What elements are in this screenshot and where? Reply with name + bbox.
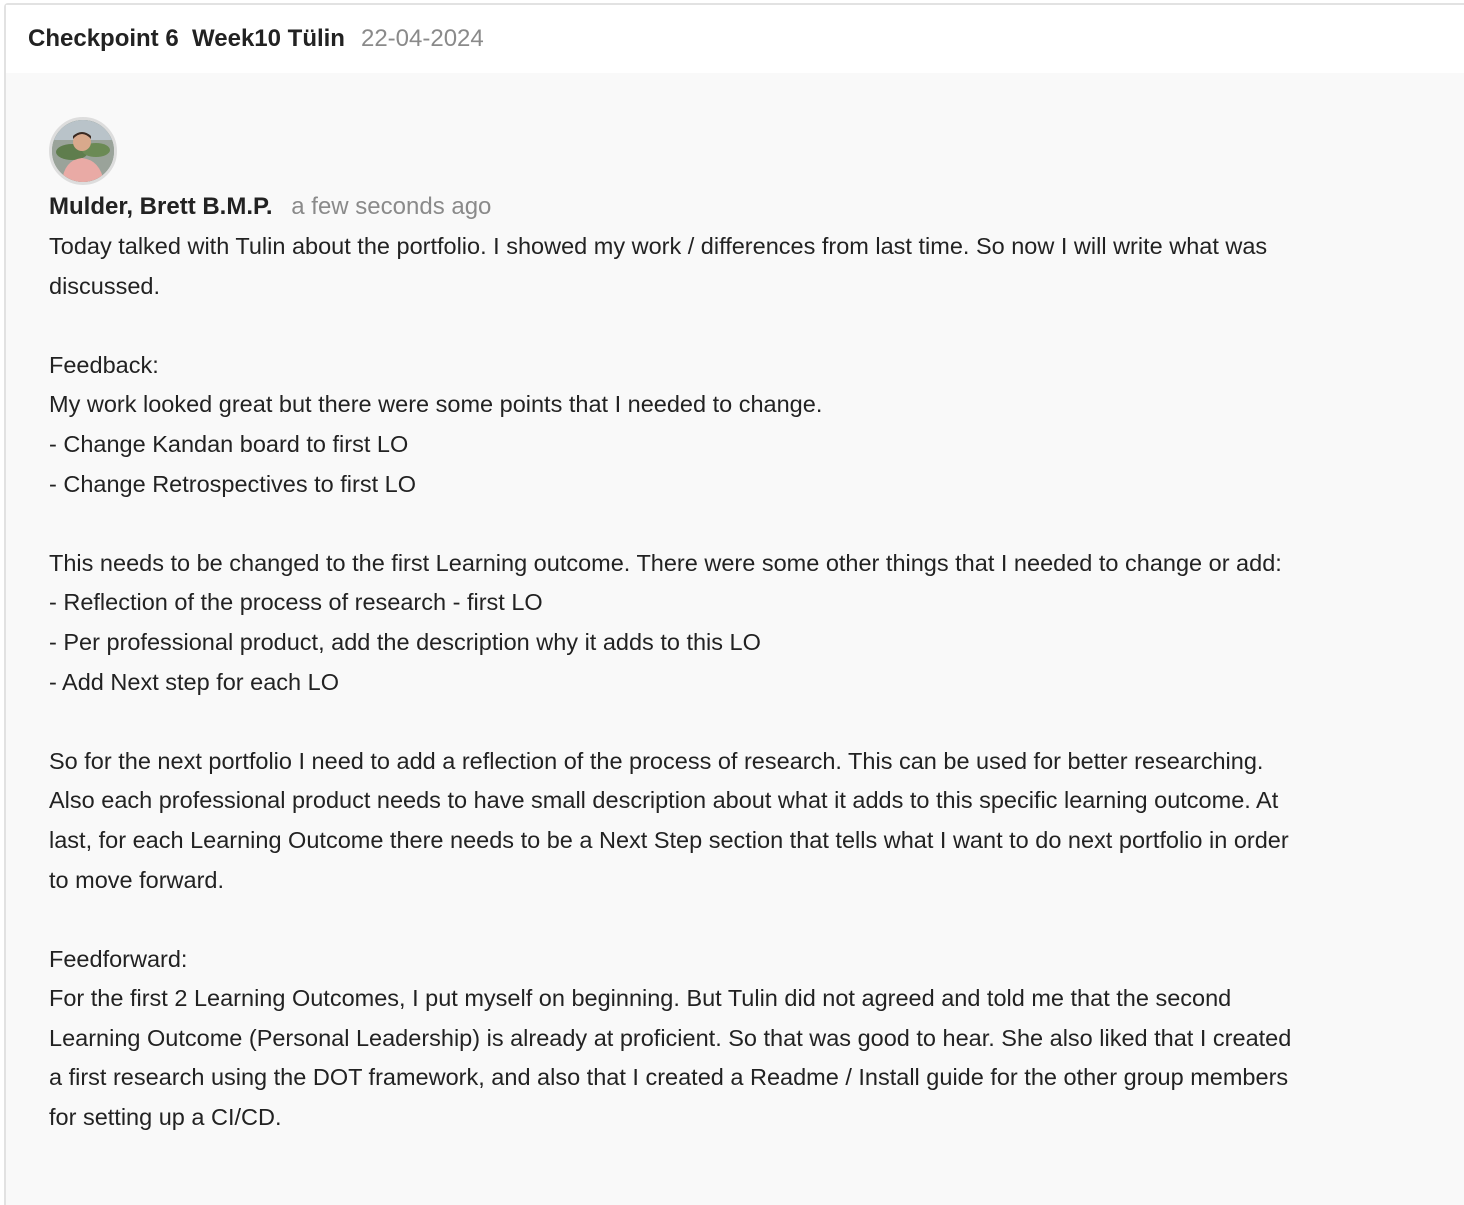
checkpoint-header: Checkpoint 6 Week10 Tülin 22-04-2024 <box>6 5 1464 73</box>
comment-line: For the first 2 Learning Outcomes, I put… <box>49 985 1232 1012</box>
comment-line: My work looked great but there were some… <box>49 391 823 418</box>
comment-line: - Change Retrospectives to first LO <box>49 470 417 497</box>
comment-line: - Add Next step for each LO <box>49 668 339 695</box>
comment-line <box>49 504 1464 544</box>
comment-line: This needs to be changed to the first Le… <box>49 549 1282 576</box>
comment-line: Feedback: <box>49 351 159 378</box>
comment-line: So for the next portfolio I need to add … <box>49 747 1264 774</box>
avatar[interactable] <box>49 117 117 185</box>
checkpoint-title: Checkpoint 6 Week10 Tülin <box>28 25 345 52</box>
comment-line <box>49 900 1464 940</box>
checkpoint-card: Checkpoint 6 Week10 Tülin 22-04-2024 Mul… <box>4 3 1464 1205</box>
comment-text: Today talked with Tulin about the portfo… <box>49 227 1464 1138</box>
comment-line: discussed. <box>49 272 161 299</box>
comment-line: to move forward. <box>49 866 225 893</box>
comment-line: - Change Kandan board to first LO <box>49 430 409 457</box>
checkpoint-date: 22-04-2024 <box>360 25 484 52</box>
comment-line <box>49 306 1464 346</box>
comment-line: Learning Outcome (Personal Leadership) i… <box>49 1024 1292 1051</box>
comment-author[interactable]: Mulder, Brett B.M.P. <box>49 193 273 220</box>
comment-line: - Reflection of the process of research … <box>49 589 543 616</box>
comment-line: last, for each Learning Outcome there ne… <box>49 826 1289 853</box>
comment-line <box>49 702 1464 742</box>
comment-line: - Per professional product, add the desc… <box>49 628 761 655</box>
comment-line: Today talked with Tulin about the portfo… <box>49 233 1268 259</box>
comment: Mulder, Brett B.M.P. a few seconds ago T… <box>6 73 1464 1138</box>
comment-line: Feedforward: <box>49 945 188 972</box>
comment-line: for setting up a CI/CD. <box>49 1104 282 1131</box>
avatar-photo-icon <box>52 120 114 182</box>
comment-line: a first research using the DOT framework… <box>49 1064 1289 1091</box>
comment-timestamp: a few seconds ago <box>291 193 492 220</box>
comment-line: Also each professional product needs to … <box>49 787 1279 814</box>
